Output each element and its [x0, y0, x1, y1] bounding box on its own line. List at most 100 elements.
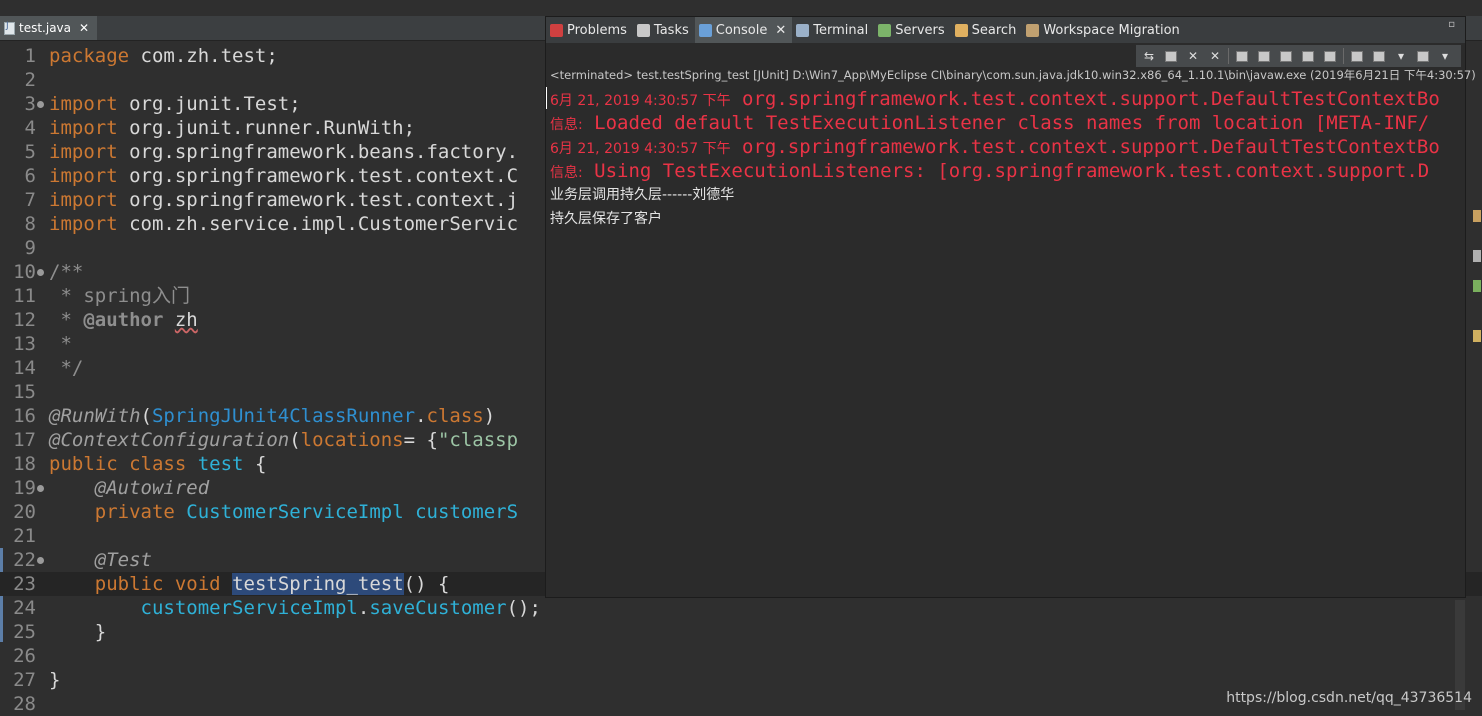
code-token: }: [49, 669, 61, 691]
console-toolbar: ⇆ ✕ ✕ ▾ ▾: [1136, 45, 1461, 67]
code-line[interactable]: 27}: [0, 668, 1482, 692]
code-token: {: [243, 453, 267, 475]
line-number: 3: [24, 93, 36, 115]
toolbar-separator: [1228, 48, 1229, 64]
code-token: zh: [174, 309, 198, 331]
code-token: locations: [300, 429, 404, 451]
clear-console-icon[interactable]: [1233, 48, 1251, 64]
console-view: Problems Tasks Console ✕ Terminal Servers Sear…: [545, 16, 1476, 598]
console-line: 信息: Loaded default TestExecutionListener…: [550, 111, 1429, 135]
tab-label: Servers: [895, 22, 945, 38]
code-token: *: [49, 333, 72, 355]
tab-label: Terminal: [813, 22, 869, 38]
scroll-lock-icon[interactable]: [1255, 48, 1273, 64]
line-number: 28: [13, 693, 36, 715]
show-on-stderr-icon[interactable]: [1321, 48, 1339, 64]
line-number: 8: [24, 213, 36, 235]
tab-search[interactable]: Search: [951, 17, 1023, 43]
tab-problems[interactable]: Problems: [546, 17, 633, 43]
code-token: com.zh.test;: [129, 45, 278, 67]
console-line: 6月 21, 2019 4:30:57 下午 org.springframewo…: [550, 87, 1440, 111]
code-token: saveCustomer: [369, 597, 507, 619]
line-number: 24: [13, 597, 36, 619]
console-output[interactable]: 6月 21, 2019 4:30:57 下午 org.springframewo…: [550, 87, 1465, 597]
code-text: customerServiceImpl.saveCustomer();: [49, 596, 541, 620]
tab-servers[interactable]: Servers: [874, 17, 950, 43]
tab-terminal[interactable]: Terminal: [792, 17, 874, 43]
show-on-stdout-icon[interactable]: [1299, 48, 1317, 64]
code-line[interactable]: 25 }: [0, 620, 1482, 644]
console-line: 信息: Using TestExecutionListeners: [org.s…: [550, 159, 1429, 183]
minimize-icon[interactable]: ▫: [1448, 19, 1455, 30]
log-prefix: 6月 21, 2019 4:30:57 下午: [550, 93, 731, 109]
line-number: 16: [13, 405, 36, 427]
code-token: SpringJUnit4ClassRunner: [151, 405, 416, 427]
code-text: import org.junit.runner.RunWith;: [49, 116, 415, 140]
trim-icon[interactable]: [1473, 330, 1481, 342]
code-token: class: [426, 405, 484, 427]
code-token: ): [483, 405, 496, 427]
log-message: Using TestExecutionListeners: [org.sprin…: [582, 160, 1430, 182]
tab-workspace-migration[interactable]: Workspace Migration: [1022, 17, 1185, 43]
code-token: import: [49, 189, 118, 211]
fold-toggle-icon[interactable]: [37, 557, 44, 564]
code-token: private: [94, 501, 175, 523]
trim-icon[interactable]: [1473, 210, 1481, 222]
code-token: @ContextConfiguration: [49, 429, 290, 451]
word-wrap-icon[interactable]: [1277, 48, 1295, 64]
launch-status: <terminated> test.testSpring_test [JUnit…: [550, 68, 1476, 82]
close-icon[interactable]: ✕: [775, 23, 786, 38]
line-number: 17: [13, 429, 36, 451]
code-token: *: [49, 309, 84, 331]
tab-tasks[interactable]: Tasks: [633, 17, 695, 43]
tab-label: Problems: [567, 22, 627, 38]
terminate-icon[interactable]: [1162, 48, 1180, 64]
code-token: () {: [403, 573, 450, 595]
close-icon[interactable]: ✕: [79, 21, 89, 35]
chevron-down-icon[interactable]: ▾: [1436, 48, 1454, 64]
line-number: 25: [13, 621, 36, 643]
code-line[interactable]: 24 customerServiceImpl.saveCustomer();: [0, 596, 1482, 620]
code-token: package: [49, 45, 130, 67]
code-text: }: [49, 620, 106, 644]
code-token: .: [415, 405, 427, 427]
editor-tab-test-java[interactable]: test.java ✕: [0, 16, 98, 40]
remove-launch-icon[interactable]: ✕: [1184, 48, 1202, 64]
fold-toggle-icon[interactable]: [37, 485, 44, 492]
trim-icon[interactable]: [1473, 250, 1481, 262]
code-text: import org.springframework.test.context.…: [49, 164, 518, 188]
code-token: CustomerServiceImpl: [186, 501, 404, 523]
code-text: import org.springframework.test.context.…: [49, 188, 518, 212]
console-line: 持久层保存了客户: [550, 211, 662, 227]
open-console-icon[interactable]: [1348, 48, 1366, 64]
new-console-icon[interactable]: [1414, 48, 1432, 64]
code-text: public class test {: [49, 452, 266, 476]
code-text: @ContextConfiguration(locations= {"class…: [49, 428, 518, 452]
fold-toggle-icon[interactable]: [37, 101, 44, 108]
remove-all-launches-icon[interactable]: ✕: [1206, 48, 1224, 64]
console-line: 6月 21, 2019 4:30:57 下午 org.springframewo…: [550, 135, 1440, 159]
servers-icon: [878, 23, 892, 37]
code-token: @Test: [94, 549, 152, 571]
code-token: }: [49, 621, 107, 643]
line-number: 11: [13, 285, 36, 307]
code-token: * spring入门: [49, 285, 190, 307]
pin-console-icon[interactable]: ⇆: [1140, 48, 1158, 64]
code-token: @RunWith: [49, 405, 141, 427]
display-console-icon[interactable]: [1370, 48, 1388, 64]
line-number: 23: [13, 573, 36, 595]
code-line[interactable]: 26: [0, 644, 1482, 668]
chevron-down-icon[interactable]: ▾: [1392, 48, 1410, 64]
code-token: org.springframework.test.context.C: [117, 165, 519, 187]
fold-toggle-icon[interactable]: [37, 269, 44, 276]
trim-icon[interactable]: [1473, 280, 1481, 292]
code-text: * @author zh: [49, 308, 198, 332]
code-text: *: [49, 332, 72, 356]
tab-console[interactable]: Console ✕: [694, 17, 793, 43]
code-text: */: [49, 356, 83, 380]
code-text: import org.springframework.beans.factory…: [49, 140, 518, 164]
